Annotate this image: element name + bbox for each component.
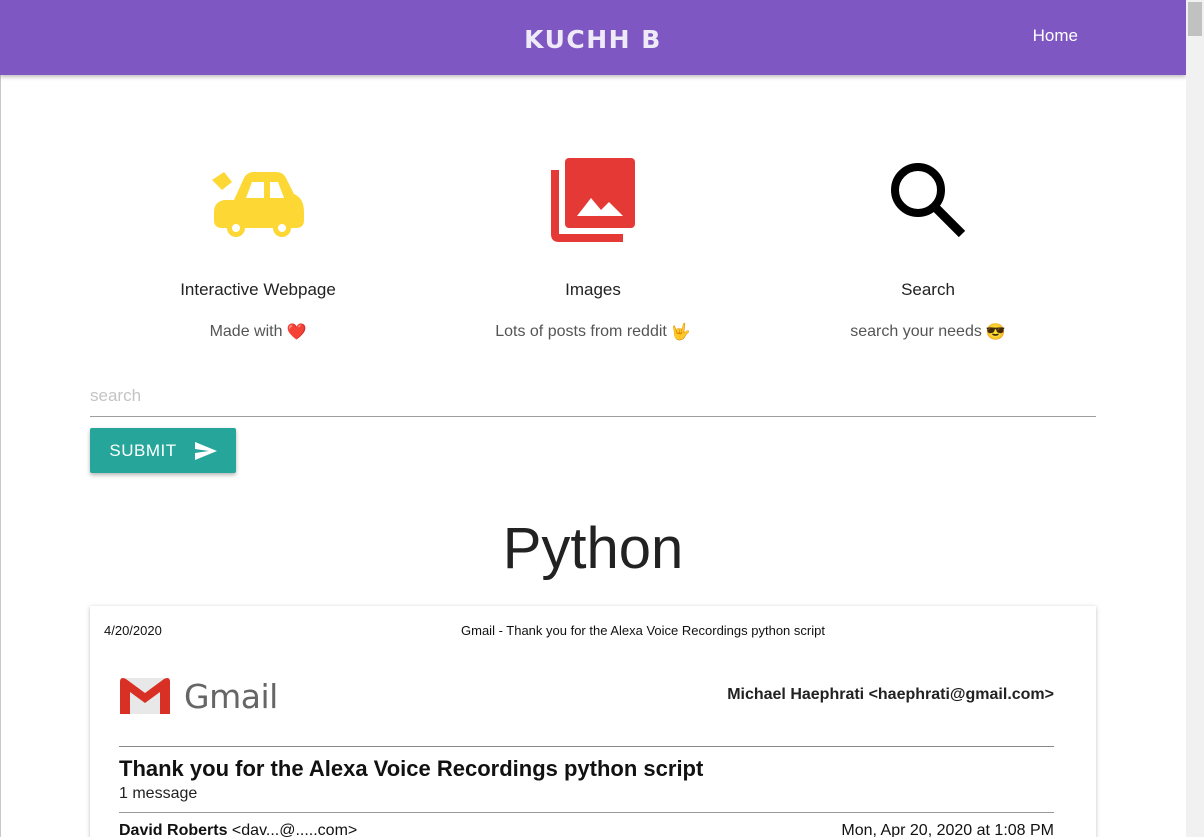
post-subject: Thank you for the Alexa Voice Recordings… [119, 756, 704, 781]
post-sender: David Roberts <dav...@.....com> [119, 822, 357, 837]
post-message-count: 1 message [119, 785, 198, 802]
gmail-m-icon [120, 678, 170, 714]
feature-subtitle-text: search your needs [850, 323, 982, 340]
navbar: KUCHH B Home [0, 0, 1186, 75]
feature-subtitle: Lots of posts from reddit 🤟 [443, 322, 743, 342]
search-icon [891, 163, 966, 238]
nav-home-link[interactable]: Home [1033, 26, 1078, 46]
feature-images: Images Lots of posts from reddit 🤟 [443, 150, 743, 342]
send-icon [194, 441, 217, 460]
feature-subtitle: search your needs 😎 [778, 322, 1078, 342]
post-card[interactable]: 4/20/2020 Gmail - Thank you for the Alex… [90, 606, 1096, 837]
feature-search: Search search your needs 😎 [778, 150, 1078, 342]
feature-title: Interactive Webpage [180, 280, 336, 299]
photo-library-icon [551, 158, 635, 242]
feature-subtitle-text: Lots of posts from reddit [495, 323, 667, 340]
post-sender-name: David Roberts [119, 822, 228, 837]
scrollbar[interactable] [1186, 0, 1204, 837]
gmail-logo-text: Gmail [184, 676, 278, 716]
gmail-logo: Gmail [118, 676, 278, 716]
divider [119, 812, 1054, 813]
divider [119, 746, 1054, 747]
brand-logo[interactable]: KUCHH B [0, 25, 1186, 54]
sunglasses-emoji-icon: 😎 [985, 324, 1006, 341]
post-sent-date: Mon, Apr 20, 2020 at 1:08 PM [841, 822, 1054, 837]
car-icon [212, 172, 304, 237]
submit-label: SUBMIT [109, 440, 177, 460]
section-title: Python [502, 516, 684, 581]
post-header: Gmail - Thank you for the Alexa Voice Re… [461, 623, 825, 638]
search-input[interactable] [90, 376, 1096, 417]
feature-subtitle: Made with ❤️ [108, 322, 408, 342]
feature-title: Images [565, 280, 621, 299]
feature-subtitle-text: Made with [209, 323, 283, 340]
feature-interactive-webpage: Interactive Webpage Made with ❤️ [108, 150, 408, 342]
rock-hand-icon: 🤟 [670, 324, 691, 341]
submit-button[interactable]: SUBMIT [90, 428, 236, 473]
post-from: Michael Haephrati <haephrati@gmail.com> [727, 686, 1054, 703]
post-sender-address: <dav...@.....com> [231, 822, 358, 837]
scrollbar-thumb[interactable] [1188, 2, 1202, 36]
heart-icon: ❤️ [286, 324, 307, 341]
feature-title: Search [901, 280, 955, 299]
